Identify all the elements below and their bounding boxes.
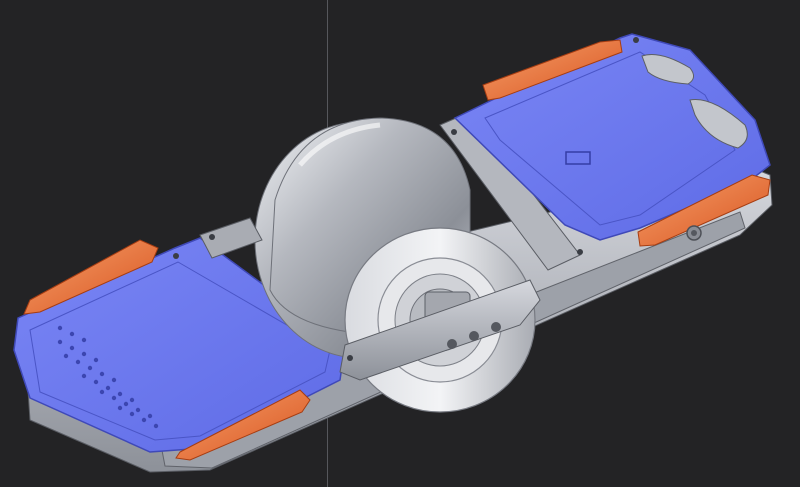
cad-viewport[interactable] [0,0,800,487]
board-model[interactable] [0,0,800,487]
